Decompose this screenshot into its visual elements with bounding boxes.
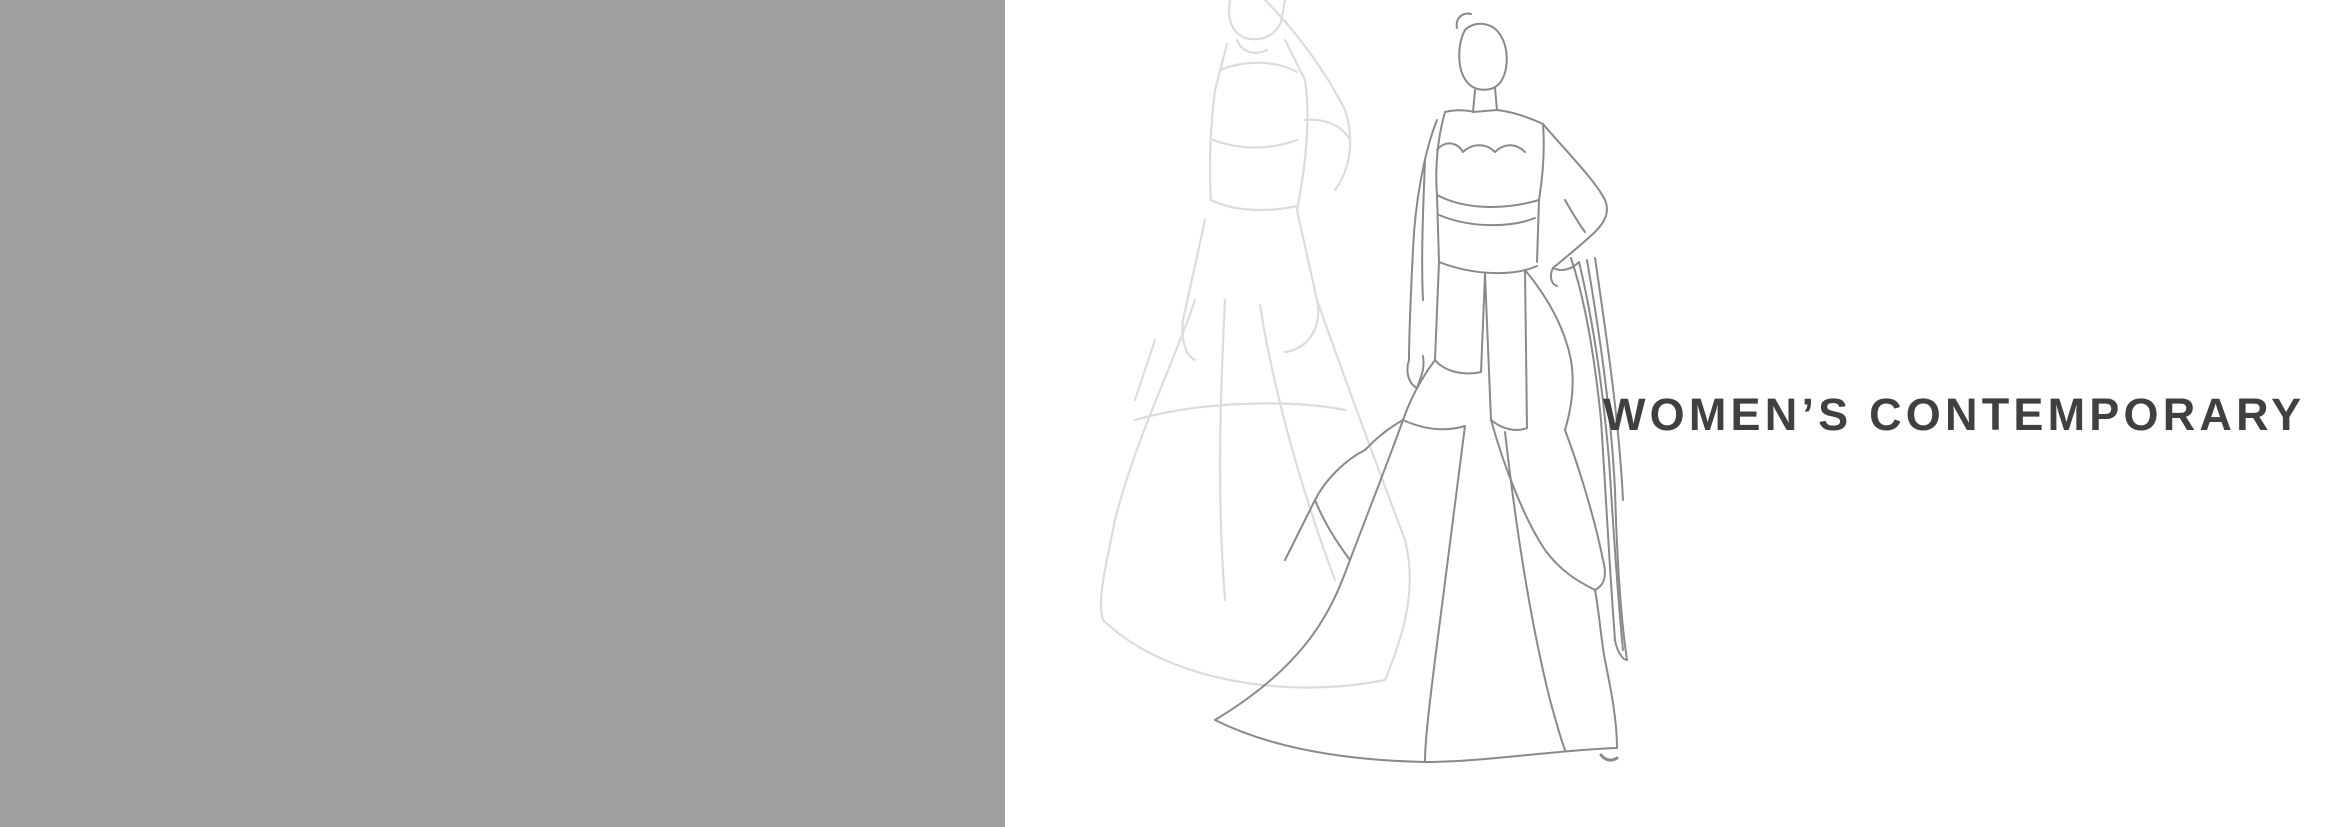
background-figure-sketch	[1099, 0, 1411, 689]
left-gray-panel	[0, 0, 1005, 827]
section-title: WOMEN’S CONTEMPORARY	[1603, 389, 2306, 440]
banner: WOMEN’S CONTEMPORARY	[0, 0, 2339, 827]
